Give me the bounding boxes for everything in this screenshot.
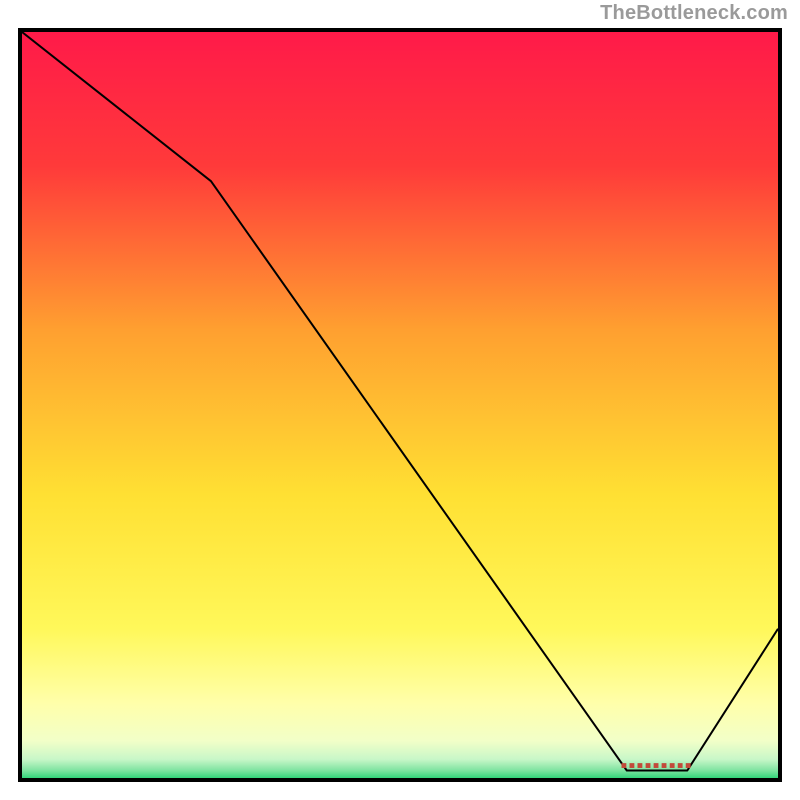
- chart-container: ■■■■■■■■■: [18, 28, 782, 782]
- attribution-text: TheBottleneck.com: [600, 2, 788, 25]
- bottleneck-line-chart: ■■■■■■■■■: [18, 28, 782, 782]
- gradient-background: [22, 32, 778, 778]
- optimum-marker: ■■■■■■■■■: [621, 761, 693, 772]
